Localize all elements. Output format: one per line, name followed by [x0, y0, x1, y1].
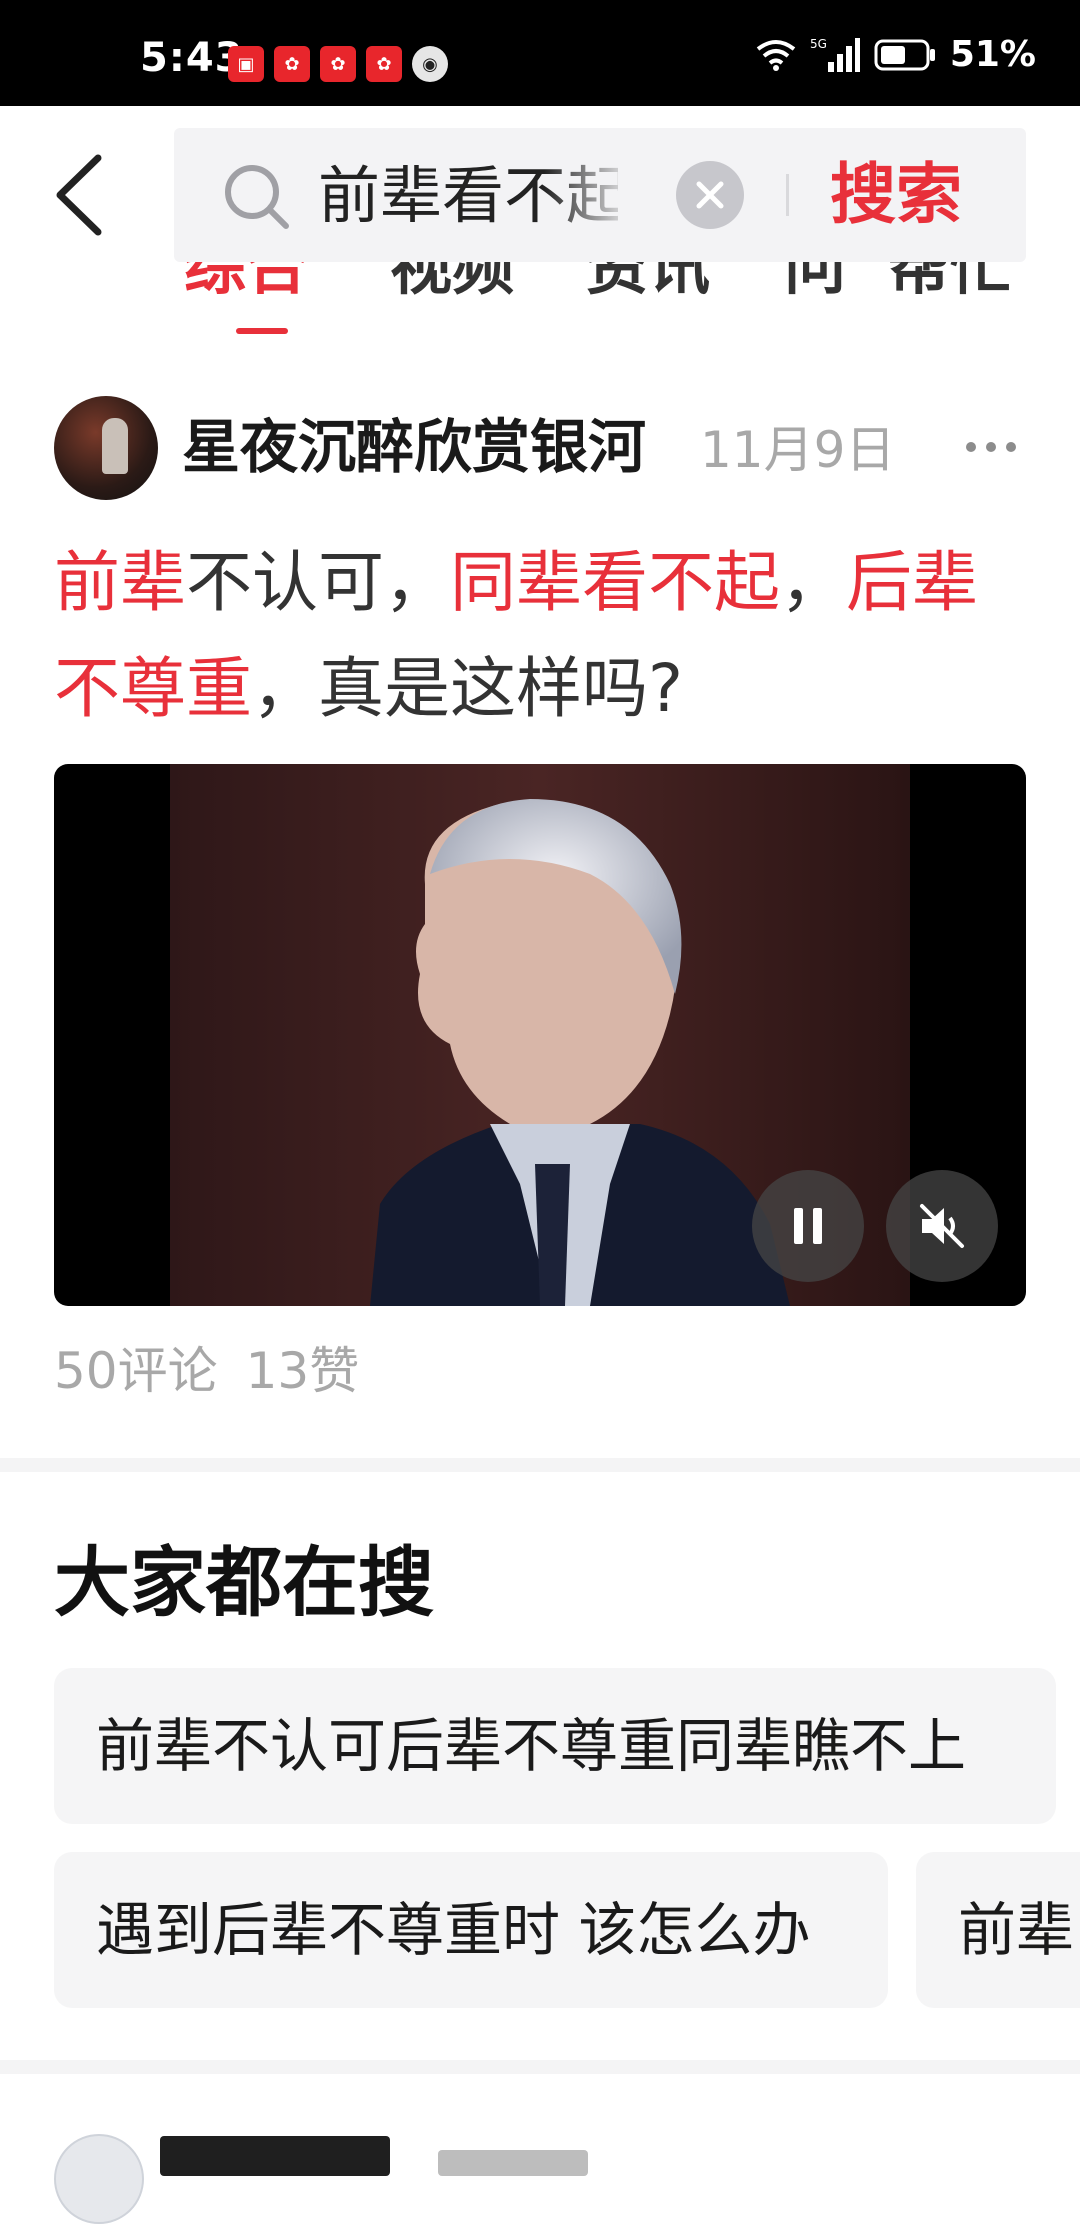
wifi-icon	[756, 40, 796, 71]
post-date: 11月9日	[700, 421, 896, 479]
hot-searches-title: 大家都在搜	[54, 1538, 434, 1627]
huawei-icon: ▣	[228, 46, 264, 82]
search-divider	[786, 174, 789, 216]
author-name[interactable]: 星夜沉醉欣赏银河	[182, 412, 646, 482]
comment-count[interactable]: 50评论	[54, 1336, 218, 1406]
title-segment: ，真是这样吗?	[252, 650, 684, 727]
next-post-author-placeholder	[160, 2136, 390, 2176]
title-segment: 不认可，	[186, 544, 450, 621]
next-post-avatar[interactable]	[54, 2134, 144, 2224]
search-box[interactable]: 前辈看不起 搜索	[174, 128, 1026, 262]
app-notification-icon: ✿	[274, 46, 310, 82]
tab-help[interactable]: 帮忙	[888, 262, 1012, 312]
title-segment: 同辈看不起	[450, 544, 780, 621]
like-count[interactable]: 13赞	[246, 1336, 360, 1406]
status-bar: 5:43 ▣ ✿ ✿ ✿ ◉ 5G 51%	[0, 0, 1080, 106]
author-avatar[interactable]	[54, 396, 158, 500]
section-divider	[0, 2060, 1080, 2074]
battery-icon	[874, 39, 935, 71]
search-icon	[225, 165, 289, 229]
pause-icon	[794, 1208, 822, 1244]
mute-button[interactable]	[886, 1170, 998, 1282]
tab-video[interactable]: 视频	[390, 262, 514, 312]
back-button[interactable]	[50, 150, 110, 240]
title-segment: 前辈	[54, 544, 186, 621]
muted-speaker-icon	[920, 1204, 964, 1248]
search-button[interactable]: 搜索	[830, 154, 962, 236]
dot-icon	[986, 442, 996, 452]
tab-comprehensive[interactable]: 综合	[184, 262, 308, 312]
status-right: 5G 51%	[756, 36, 1036, 74]
category-tabs: 综合 视频 资讯 问 帮忙	[0, 262, 1080, 336]
tab-ask[interactable]: 问	[784, 262, 846, 312]
chevron-left-icon	[56, 154, 102, 236]
hot-search-chip[interactable]: 遇到后辈不尊重时 该怎么办	[54, 1852, 888, 2008]
search-text-fade	[544, 158, 634, 234]
title-segment: ，	[780, 544, 846, 621]
dot-icon	[966, 442, 976, 452]
battery-percent: 51%	[949, 34, 1036, 75]
notification-icons: ▣ ✿ ✿ ✿ ◉	[228, 46, 448, 82]
close-icon	[696, 181, 724, 209]
network-label: 5G	[810, 37, 827, 51]
more-options-button[interactable]	[966, 432, 1020, 462]
video-player[interactable]	[54, 764, 1026, 1306]
avatar-figure	[102, 418, 128, 474]
next-post-date-placeholder	[438, 2150, 588, 2176]
active-tab-indicator	[236, 328, 288, 334]
dot-icon	[1006, 442, 1016, 452]
app-notification-icon: ✿	[366, 46, 402, 82]
pause-button[interactable]	[752, 1170, 864, 1282]
clear-search-button[interactable]	[676, 161, 744, 229]
hot-search-chip[interactable]: 前辈不认可后辈不尊重同辈瞧不上	[54, 1668, 1056, 1824]
app-notification-icon: ✿	[320, 46, 356, 82]
audio-icon: ◉	[412, 46, 448, 82]
hot-search-chip[interactable]: 前辈	[916, 1852, 1080, 2008]
signal-icon: 5G	[810, 37, 860, 72]
post-stats: 50评论 13赞	[54, 1336, 359, 1406]
tab-news[interactable]: 资讯	[586, 262, 710, 312]
section-divider	[0, 1458, 1080, 1472]
post-title[interactable]: 前辈不认可，同辈看不起，后辈不尊重，真是这样吗?	[54, 530, 1014, 742]
